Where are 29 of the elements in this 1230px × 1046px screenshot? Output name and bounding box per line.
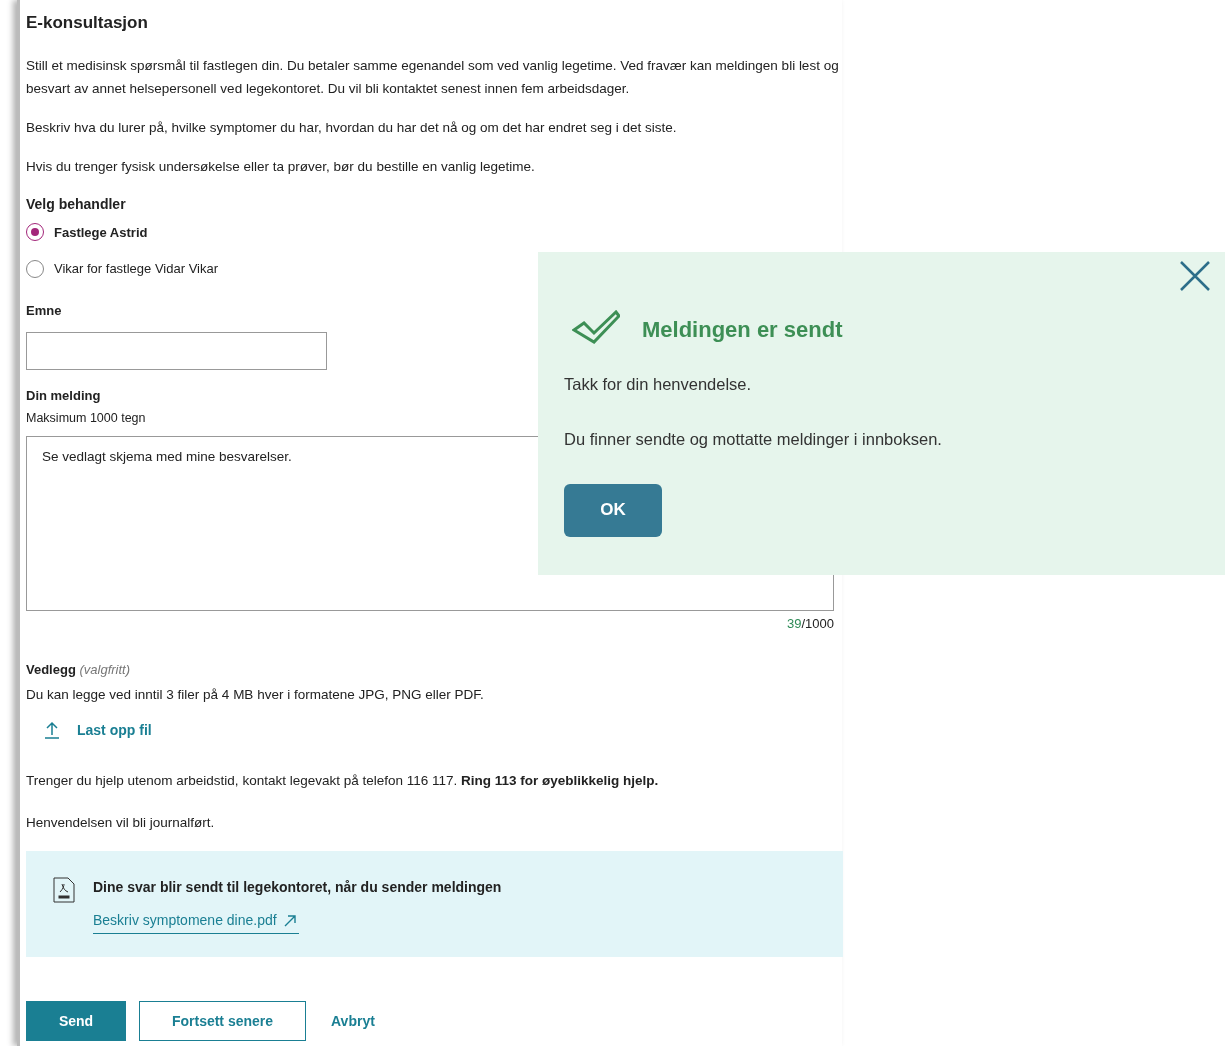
intro-paragraph: Beskriv hva du lurer på, hvilke symptomer du har, hvordan du har det nå og om det har endret seg i det siste.: [26, 118, 678, 137]
upload-icon: [42, 720, 62, 740]
field-label: Vedlegg (valgfritt): [26, 660, 132, 679]
field-label: Emne: [26, 301, 63, 320]
field-label: Velg behandler: [26, 194, 127, 214]
dialog-message: Takk for din henvendelse.: [564, 374, 753, 395]
pdf-link[interactable]: Beskriv symptomene dine.pdf: [93, 910, 299, 934]
close-icon: [1179, 260, 1211, 292]
subject-field[interactable]: [26, 332, 327, 370]
intro-paragraph: Hvis du trenger fysisk undersøkelse eller ta prøver, bør du bestille en vanlig legetime.: [26, 157, 536, 176]
cancel-link[interactable]: Avbryt: [319, 1001, 387, 1041]
attachment-description: Du kan legge ved inntil 3 filer på 4 MB hver i formatene JPG, PNG eller PDF.: [26, 686, 485, 705]
save-later-button[interactable]: Fortsett senere: [139, 1001, 306, 1041]
page-title: E-konsultasjon: [26, 12, 149, 34]
field-label: Din melding: [26, 387, 102, 405]
external-link-icon: [282, 913, 297, 928]
journal-note: Henvendelsen vil bli journalført.: [26, 813, 216, 832]
field-hint: Maksimum 1000 tegn: [26, 409, 147, 427]
dialog-title: Meldingen er sendt: [642, 315, 843, 344]
info-text: Dine svar blir sendt til legekontoret, når du sender meldingen: [93, 878, 502, 897]
upload-button[interactable]: Last opp fil: [42, 719, 152, 741]
send-button[interactable]: Send: [26, 1001, 126, 1041]
pdf-file-icon: [53, 877, 75, 903]
character-counter: 39/1000: [786, 615, 834, 634]
intro-paragraph: Still et medisinsk spørsmål til fastlegen din. Du betaler samme egenandel som ved vanlig legetime. Ved fravær kan meldingen bli lest og besvart av annet helsepersonell ved legekontoret. Du vil bli kontaktet senest innen fem arbeidsdager.: [26, 56, 840, 98]
radio-label: Vikar for fastlege Vidar Vikar: [54, 260, 219, 278]
radio-label: Fastlege Astrid: [54, 223, 148, 242]
ok-button[interactable]: OK: [564, 483, 662, 537]
help-text: Trenger du hjelp utenom arbeidstid, kontakt legevakt på telefon 116 117. Ring 113 for øyeblikkelig hjelp.: [26, 771, 660, 790]
